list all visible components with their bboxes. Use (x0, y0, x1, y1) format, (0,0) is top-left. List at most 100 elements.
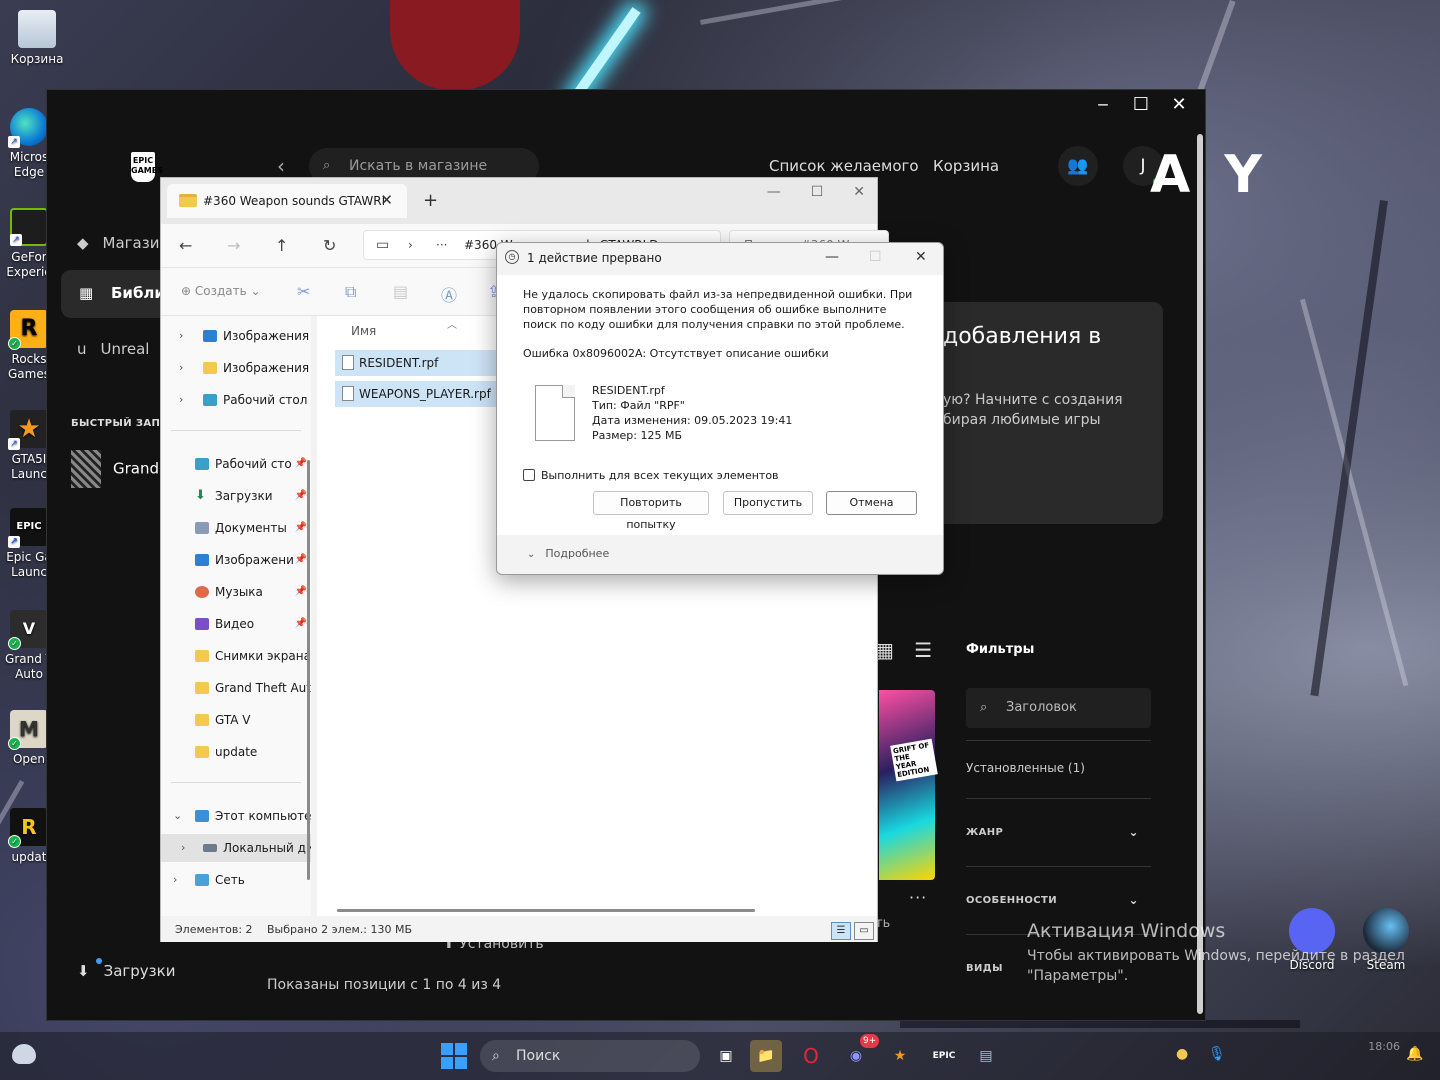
apply-to-all-checkbox[interactable]: Выполнить для всех текущих элементов (523, 469, 779, 482)
cancel-button[interactable]: Отмена (826, 491, 917, 515)
pin-icon[interactable]: 📌 (292, 514, 307, 542)
file-info-name: RESIDENT.rpf (592, 384, 665, 397)
notification-bell-icon[interactable]: 🔔 (1406, 1046, 1423, 1062)
navigation-scrollbar[interactable] (307, 460, 310, 880)
checkbox-box[interactable] (523, 469, 535, 481)
star-launcher-icon[interactable]: ★ (884, 1040, 916, 1072)
back-arrow-icon[interactable]: ‹ (277, 154, 285, 178)
close-button[interactable]: ✕ (853, 184, 865, 200)
pin-icon[interactable]: 📌 (292, 482, 307, 510)
forward-arrow-icon[interactable]: → (227, 236, 240, 255)
epic-games-taskbar-icon[interactable]: EPIC (928, 1040, 960, 1072)
file-explorer-taskbar-icon[interactable]: 📁 (750, 1040, 782, 1072)
close-tab-icon[interactable]: ✕ (380, 191, 393, 209)
filter-label: ЖАНР (966, 827, 1004, 838)
sidebar-item-store[interactable]: ◆ Магазин (77, 234, 169, 252)
epic-logo[interactable]: EPIC GAMES (131, 152, 163, 182)
desktop-folder-icon (203, 394, 217, 406)
maximize-button[interactable]: ☐ (811, 184, 824, 200)
wishlist-link[interactable]: Список желаемого (769, 157, 919, 175)
nav-item-quick-desktop[interactable]: Рабочий сто 📌 (161, 450, 311, 478)
nav-item-documents[interactable]: Документы 📌 (161, 514, 311, 542)
cart-link[interactable]: Корзина (933, 157, 999, 175)
refresh-icon[interactable]: ↻ (323, 236, 336, 255)
task-view-icon[interactable]: ▣ (710, 1040, 742, 1072)
folder-icon (179, 194, 197, 207)
minimize-button[interactable]: — (825, 249, 839, 265)
nav-item-images-1[interactable]: › Изображения (161, 322, 311, 350)
close-button[interactable]: ✕ (1169, 94, 1189, 115)
weather-icon[interactable] (12, 1044, 36, 1064)
empty-collection-card: добавления в ую? Начните с создания бира… (917, 302, 1163, 524)
game-cover[interactable]: GRIFT OF THE YEAR EDITION (879, 690, 938, 880)
clock[interactable]: 18:06 (1360, 1040, 1400, 1054)
scrollbar-thumb[interactable] (1197, 134, 1203, 1014)
file-row[interactable]: WEAPONS_PLAYER.rpf (335, 381, 497, 407)
filters-search-input[interactable]: ⌕ Заголовок (966, 688, 1151, 728)
paste-icon[interactable]: ▤ (393, 282, 408, 301)
details-view-icon[interactable]: ☰ (831, 922, 851, 940)
new-tab-button[interactable]: + (423, 190, 438, 211)
nav-item-images-quick[interactable]: Изображени 📌 (161, 546, 311, 574)
pin-icon[interactable]: 📌 (292, 546, 307, 574)
nav-item-gta-folder[interactable]: Grand Theft Aut (161, 674, 311, 702)
close-button[interactable]: ✕ (915, 249, 927, 265)
file-row[interactable]: RESIDENT.rpf (335, 350, 497, 376)
start-button[interactable] (441, 1043, 467, 1069)
filter-installed[interactable]: Установленные (1) (966, 740, 1151, 798)
maximize-button[interactable]: ☐ (1131, 94, 1151, 115)
nav-item-video[interactable]: Видео 📌 (161, 610, 311, 638)
friends-icon[interactable]: 👥 (1058, 146, 1098, 186)
minimize-button[interactable]: ‒ (1093, 94, 1113, 115)
cut-icon[interactable]: ✂ (297, 282, 310, 301)
opera-icon[interactable]: O (795, 1040, 827, 1072)
column-header-name[interactable]: Имя (351, 324, 376, 338)
copy-icon[interactable]: ⧉ (345, 282, 356, 302)
nav-item-network[interactable]: › Сеть (161, 866, 311, 894)
horizontal-scrollbar[interactable] (337, 909, 755, 912)
pin-icon[interactable]: 📌 (292, 450, 307, 478)
tiles-view-icon[interactable]: ▭ (854, 922, 874, 940)
wallpaper-stroke (900, 1020, 1300, 1028)
navigation-pane: › Изображения › Изображения › Рабочий ст… (161, 316, 311, 916)
chevron-right-icon: › (181, 841, 186, 854)
nav-item-images-2[interactable]: › Изображения (161, 354, 311, 382)
nav-item-screenshots[interactable]: Снимки экрана (161, 642, 311, 670)
nav-item-update[interactable]: update (161, 738, 311, 766)
nav-item-desktop[interactable]: › Рабочий стол (161, 386, 311, 414)
sidebar-item-downloads[interactable]: ⬇ Загрузки (77, 962, 175, 980)
discord-taskbar-icon[interactable]: ◉ 9+ (840, 1034, 880, 1072)
nav-label: Локальный ди (223, 841, 311, 855)
images-folder-icon (203, 330, 217, 342)
nav-item-gtav[interactable]: GTA V (161, 706, 311, 734)
epic-scrollbar[interactable] (1197, 124, 1203, 1014)
nav-item-this-pc[interactable]: ⌄ Этот компьюте (161, 802, 311, 830)
more-options-icon[interactable]: ··· (909, 888, 927, 907)
minimize-button[interactable]: — (767, 184, 781, 200)
chevron-right-icon: › (173, 873, 178, 886)
back-arrow-icon[interactable]: ← (179, 236, 192, 255)
pin-icon[interactable]: 📌 (292, 610, 307, 638)
up-arrow-icon[interactable]: ↑ (275, 236, 288, 255)
quick-launch-gta[interactable]: Grand T (71, 450, 173, 488)
notepad-icon[interactable]: ▤ (970, 1040, 1002, 1072)
desktop-icon-recycle-bin[interactable]: Корзина (2, 10, 72, 67)
explorer-tab[interactable]: #360 Weapon sounds GTAWRI ✕ (167, 184, 407, 218)
nav-label: Музыка (215, 585, 263, 599)
create-button[interactable]: ⊕ Создать ⌄ (181, 284, 261, 298)
nav-item-downloads[interactable]: ⬇ Загрузки 📌 (161, 482, 311, 510)
taskbar-search[interactable]: ⌕ Поиск (480, 1040, 700, 1072)
skip-button[interactable]: Пропустить (723, 491, 813, 515)
filter-genre[interactable]: ЖАНР ⌄ (966, 798, 1151, 866)
tray-status-icon[interactable]: ● (1176, 1046, 1188, 1062)
sidebar-item-unreal[interactable]: u Unreal (77, 340, 149, 358)
rename-icon[interactable]: Ⓐ (441, 282, 457, 306)
microphone-icon[interactable]: 🎙 (1208, 1046, 1226, 1062)
pin-icon[interactable]: 📌 (292, 578, 307, 606)
more-icon[interactable]: ··· (436, 231, 447, 259)
list-view-icon[interactable]: ☰ (914, 638, 932, 662)
details-expander[interactable]: ⌄ Подробнее (527, 547, 609, 560)
nav-item-music[interactable]: Музыка 📌 (161, 578, 311, 606)
retry-button[interactable]: Повторить попытку (593, 491, 709, 531)
nav-item-local-disk[interactable]: › Локальный ди (161, 834, 311, 862)
